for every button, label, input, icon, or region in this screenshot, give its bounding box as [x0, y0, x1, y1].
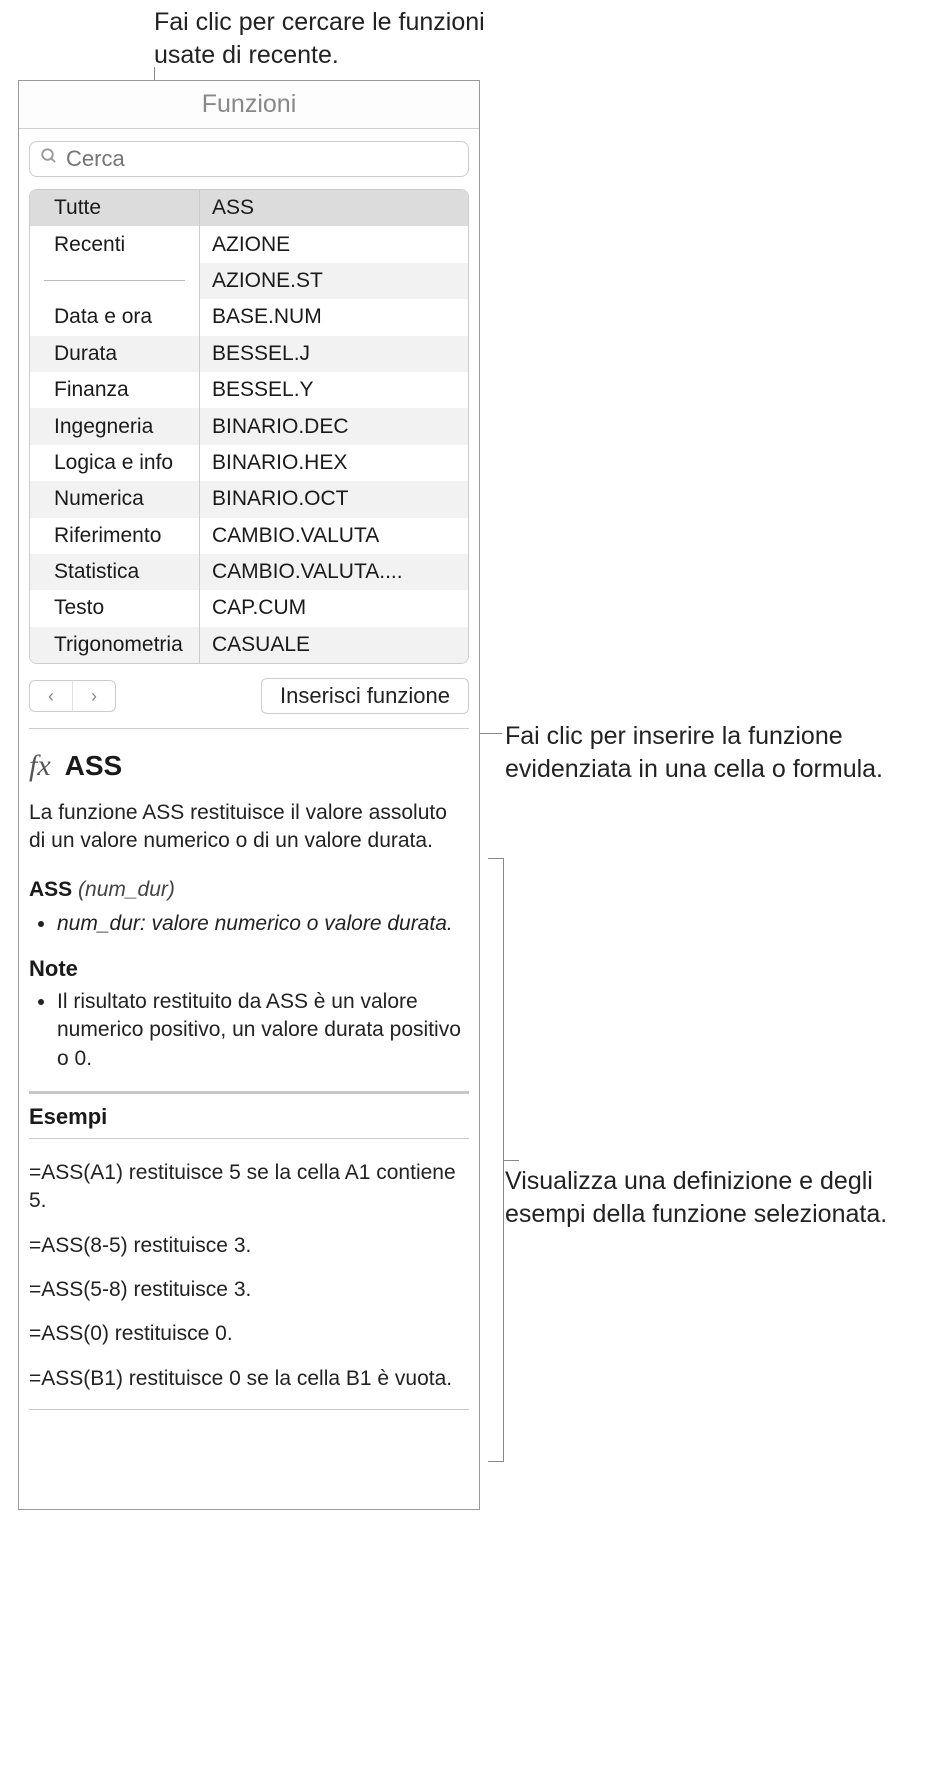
category-item[interactable]: Data e ora: [30, 299, 199, 335]
category-item[interactable]: Riferimento: [30, 518, 199, 554]
category-item[interactable]: Ingegneria: [30, 408, 199, 444]
example-item: =ASS(5-8) restituisce 3.: [29, 1276, 469, 1304]
note-list: Il risultato restituito da ASS è un valo…: [29, 988, 469, 1073]
param-list: num_dur: valore numerico o valore durata…: [29, 910, 469, 938]
function-item[interactable]: CASUALE: [200, 627, 468, 663]
category-list[interactable]: Tutte Recenti Data e ora Durata Finanza …: [30, 190, 200, 663]
function-name: ASS: [65, 750, 123, 782]
note-heading: Note: [29, 956, 469, 982]
function-item[interactable]: BASE.NUM: [200, 299, 468, 335]
function-item[interactable]: BESSEL.J: [200, 336, 468, 372]
category-item[interactable]: Recenti: [30, 226, 199, 262]
category-item[interactable]: Finanza: [30, 372, 199, 408]
search-icon: [40, 147, 58, 171]
function-item[interactable]: AZIONE: [200, 226, 468, 262]
category-item[interactable]: Trigonometria: [30, 627, 199, 663]
panel-title: Funzioni: [19, 81, 479, 129]
lists-container: Tutte Recenti Data e ora Durata Finanza …: [29, 189, 469, 664]
category-item[interactable]: Logica e info: [30, 445, 199, 481]
search-row: [19, 129, 479, 183]
note-item: Il risultato restituito da ASS è un valo…: [57, 988, 469, 1073]
example-item: =ASS(0) restituisce 0.: [29, 1320, 469, 1348]
function-item[interactable]: CAMBIO.VALUTA....: [200, 554, 468, 590]
signature-name: ASS: [29, 878, 72, 901]
category-item[interactable]: Tutte: [30, 190, 199, 226]
function-item[interactable]: BINARIO.DEC: [200, 408, 468, 444]
function-item[interactable]: BINARIO.OCT: [200, 481, 468, 517]
nav-next-button[interactable]: ›: [73, 681, 115, 711]
nav-buttons: ‹ ›: [29, 680, 116, 712]
separator: [29, 728, 469, 729]
callout-bracket: [488, 858, 504, 1462]
signature-args: (num_dur): [78, 878, 175, 901]
fx-icon: fx: [29, 749, 51, 783]
insert-function-button[interactable]: Inserisci funzione: [261, 678, 469, 714]
callout-recent: Fai clic per cercare le funzioni usate d…: [154, 6, 494, 71]
category-divider: [30, 263, 199, 299]
search-box[interactable]: [29, 141, 469, 177]
example-item: =ASS(B1) restituisce 0 se la cella B1 è …: [29, 1365, 469, 1393]
examples-list: =ASS(A1) restituisce 5 se la cella A1 co…: [29, 1159, 469, 1393]
example-item: =ASS(8-5) restituisce 3.: [29, 1232, 469, 1260]
category-item[interactable]: Durata: [30, 336, 199, 372]
function-summary: La funzione ASS restituisce il valore as…: [29, 799, 469, 856]
function-signature: ASS (num_dur): [29, 878, 469, 902]
function-list[interactable]: ASS AZIONE AZIONE.ST BASE.NUM BESSEL.J B…: [200, 190, 468, 663]
nav-prev-button[interactable]: ‹: [30, 681, 72, 711]
category-item[interactable]: Statistica: [30, 554, 199, 590]
function-item[interactable]: AZIONE.ST: [200, 263, 468, 299]
function-item[interactable]: BINARIO.HEX: [200, 445, 468, 481]
callout-description: Visualizza una definizione e degli esemp…: [505, 1165, 925, 1230]
search-input[interactable]: [66, 146, 458, 172]
examples-heading: Esempi: [29, 1104, 469, 1130]
param-item: num_dur: valore numerico o valore durata…: [57, 910, 469, 938]
function-item[interactable]: BESSEL.Y: [200, 372, 468, 408]
actions-row: ‹ › Inserisci funzione: [19, 670, 479, 728]
separator: [29, 1091, 469, 1094]
category-item[interactable]: Numerica: [30, 481, 199, 517]
separator: [29, 1409, 469, 1410]
function-item[interactable]: CAMBIO.VALUTA: [200, 518, 468, 554]
category-item[interactable]: Testo: [30, 590, 199, 626]
separator: [29, 1138, 469, 1139]
function-title-row: fx ASS: [29, 749, 469, 783]
example-item: =ASS(A1) restituisce 5 se la cella A1 co…: [29, 1159, 469, 1216]
callout-insert: Fai clic per inserire la funzione eviden…: [505, 720, 905, 785]
functions-panel: Funzioni Tutte Recenti Data e ora Durata…: [18, 80, 480, 1510]
function-item[interactable]: CAP.CUM: [200, 590, 468, 626]
function-item[interactable]: ASS: [200, 190, 468, 226]
definition-area: fx ASS La funzione ASS restituisce il va…: [19, 749, 479, 1442]
